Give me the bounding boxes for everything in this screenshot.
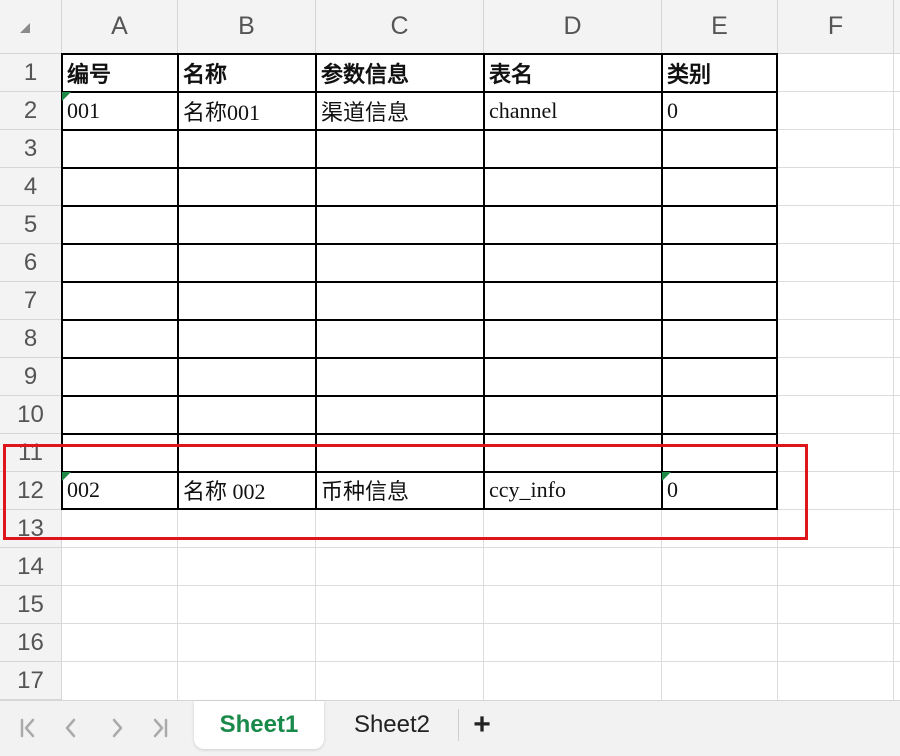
cell-e2[interactable]: 0	[662, 92, 776, 129]
cell-d1[interactable]: 表名	[484, 54, 661, 91]
chevron-left-icon	[65, 718, 76, 738]
cell-c2[interactable]: 渠道信息	[316, 92, 483, 129]
cell-e1[interactable]: 类别	[662, 54, 776, 91]
cell-border	[61, 319, 777, 321]
row-header-17[interactable]: 17	[0, 662, 62, 700]
row-header-5[interactable]: 5	[0, 206, 62, 244]
row-header-1[interactable]: 1	[0, 54, 62, 92]
row-header-4[interactable]: 4	[0, 168, 62, 206]
column-header-b[interactable]: B	[178, 0, 316, 54]
chevron-right-icon	[112, 718, 123, 738]
gridline	[62, 661, 900, 662]
select-all-corner[interactable]	[0, 0, 62, 54]
tab-divider	[458, 709, 459, 741]
gridline	[62, 585, 900, 586]
column-header-f[interactable]: F	[778, 0, 894, 54]
last-sheet-icon	[153, 718, 168, 738]
select-all-icon	[20, 23, 30, 33]
sheet-tab-sheet1[interactable]: Sheet1	[194, 701, 324, 749]
row-header-15[interactable]: 15	[0, 586, 62, 624]
spreadsheet-grid[interactable]: A B C D E F 1 2 3 4 5 6 7 8 9 10 11 12 1…	[0, 0, 900, 700]
row-header-14[interactable]: 14	[0, 548, 62, 586]
cell-b2[interactable]: 名称001	[178, 92, 315, 129]
row-header-16[interactable]: 16	[0, 624, 62, 662]
cell-border	[61, 433, 777, 435]
cell-border	[61, 395, 777, 397]
cell-a1[interactable]: 编号	[62, 54, 177, 91]
cell-a2[interactable]: 001	[62, 92, 177, 129]
cell-border	[61, 167, 777, 169]
cell-border	[61, 205, 777, 207]
first-sheet-icon	[20, 718, 35, 738]
sheet-tab-bar: Sheet1 Sheet2 +	[0, 700, 900, 756]
cell-b1[interactable]: 名称	[178, 54, 315, 91]
column-header-a[interactable]: A	[62, 0, 178, 54]
next-sheet-button[interactable]	[102, 713, 132, 743]
row-header-2[interactable]: 2	[0, 92, 62, 130]
row-header-7[interactable]: 7	[0, 282, 62, 320]
row-header-8[interactable]: 8	[0, 320, 62, 358]
cell-border	[61, 357, 777, 359]
cell-border	[61, 243, 777, 245]
first-sheet-button[interactable]	[14, 713, 44, 743]
column-header-c[interactable]: C	[316, 0, 484, 54]
gridline	[893, 54, 894, 700]
last-sheet-button[interactable]	[144, 713, 174, 743]
cell-border	[61, 281, 777, 283]
gridline	[62, 547, 900, 548]
add-sheet-button[interactable]: +	[466, 701, 498, 749]
row-header-9[interactable]: 9	[0, 358, 62, 396]
error-indicator-icon	[62, 92, 71, 101]
cell-border	[776, 53, 778, 510]
cell-border	[61, 129, 777, 131]
column-header-g-partial[interactable]	[894, 0, 900, 54]
row-header-3[interactable]: 3	[0, 130, 62, 168]
row-header-6[interactable]: 6	[0, 244, 62, 282]
sheet-tab-sheet2[interactable]: Sheet2	[332, 701, 452, 749]
column-header-e[interactable]: E	[662, 0, 778, 54]
gridline	[62, 623, 900, 624]
column-header-d[interactable]: D	[484, 0, 662, 54]
highlight-box	[3, 444, 808, 540]
row-header-10[interactable]: 10	[0, 396, 62, 434]
cell-d2[interactable]: channel	[484, 92, 661, 129]
cell-a2-value: 001	[67, 97, 100, 123]
previous-sheet-button[interactable]	[56, 713, 86, 743]
cell-c1[interactable]: 参数信息	[316, 54, 483, 91]
